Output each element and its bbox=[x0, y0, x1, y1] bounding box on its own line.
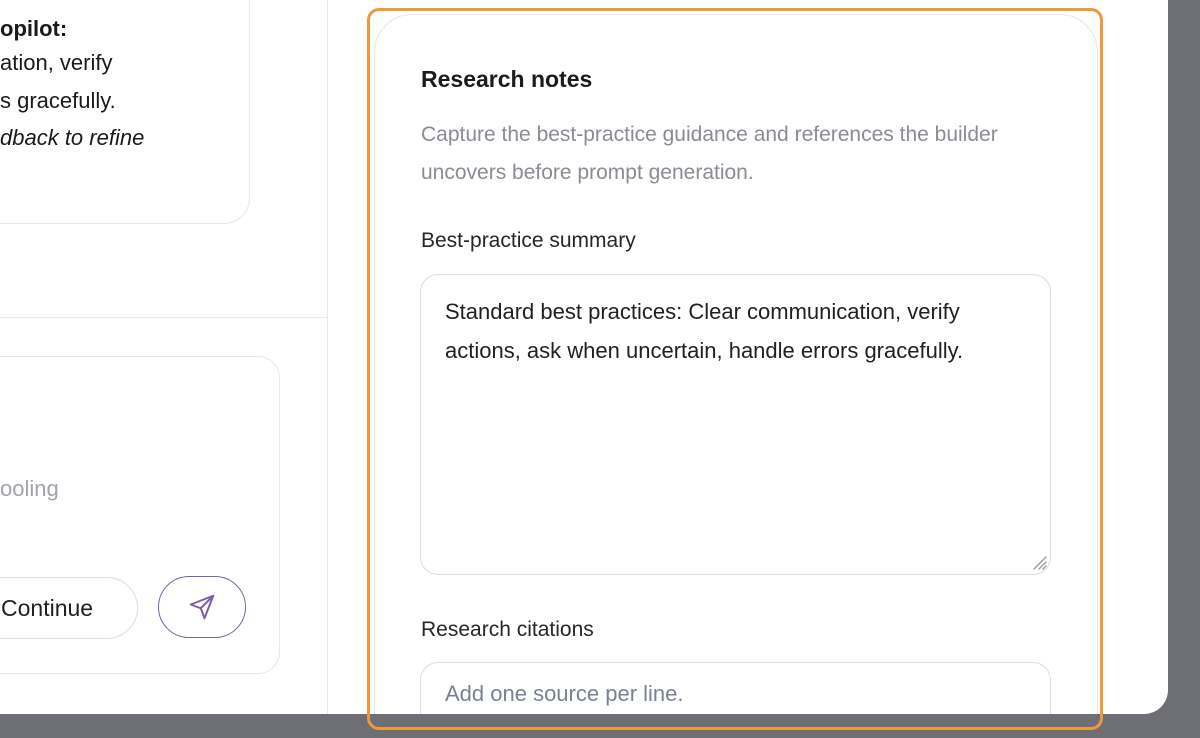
message-line: opilot: bbox=[0, 16, 68, 41]
research-citations-field[interactable] bbox=[420, 662, 1051, 714]
composer-placeholder[interactable]: ooling bbox=[0, 476, 59, 502]
send-button[interactable] bbox=[158, 576, 246, 638]
send-icon bbox=[189, 594, 215, 620]
chat-divider bbox=[0, 317, 327, 318]
message-line: dback to refine bbox=[0, 125, 145, 150]
panel-title: Research notes bbox=[421, 66, 593, 92]
app-window: opilot: ation, verify s gracefully. dbac… bbox=[0, 0, 1168, 714]
citations-label: Research citations bbox=[421, 618, 594, 641]
continue-button[interactable]: Continue bbox=[0, 577, 138, 639]
resize-grip-icon[interactable] bbox=[1028, 551, 1048, 571]
chat-column: opilot: ation, verify s gracefully. dbac… bbox=[0, 0, 328, 714]
panel-description: Capture the best-practice guidance and r… bbox=[421, 123, 998, 184]
best-practice-summary-field[interactable]: Standard best practices: Clear communica… bbox=[420, 274, 1051, 575]
message-line: s gracefully. bbox=[0, 88, 116, 113]
summary-label: Best-practice summary bbox=[421, 229, 636, 252]
message-line: ation, verify bbox=[0, 50, 113, 75]
